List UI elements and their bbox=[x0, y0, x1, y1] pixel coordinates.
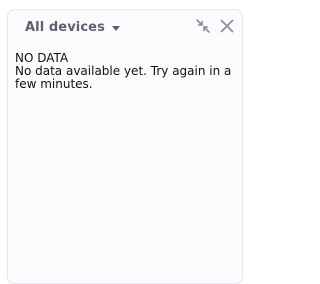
collapse-button[interactable] bbox=[195, 18, 211, 34]
devices-panel: All devices NO DATA No data available ye… bbox=[7, 9, 243, 284]
empty-state-message: No data available yet. Try again in a fe… bbox=[15, 64, 232, 91]
caret-down-icon bbox=[111, 25, 120, 31]
close-icon bbox=[219, 18, 235, 34]
device-selector-label: All devices bbox=[25, 19, 105, 35]
panel-header: All devices bbox=[8, 10, 242, 42]
empty-state: NO DATA No data available yet. Try again… bbox=[15, 52, 245, 91]
device-selector-dropdown[interactable]: All devices bbox=[25, 18, 120, 36]
collapse-arrows-icon bbox=[195, 18, 211, 34]
close-button[interactable] bbox=[219, 18, 235, 34]
